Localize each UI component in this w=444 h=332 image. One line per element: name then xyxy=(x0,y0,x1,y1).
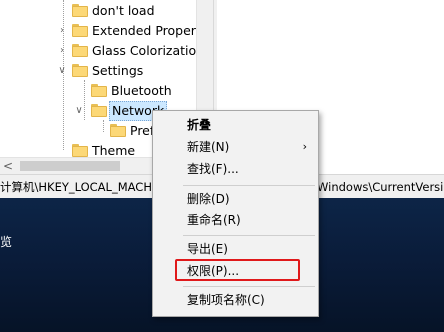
menu-separator xyxy=(183,286,315,287)
menu-item-collapse[interactable]: 折叠 xyxy=(154,114,317,136)
menu-separator xyxy=(183,185,315,186)
status-path-right: Windows\CurrentVersi xyxy=(317,180,444,194)
tree-item-bluetooth[interactable]: Bluetooth xyxy=(77,81,196,101)
folder-icon xyxy=(72,144,88,157)
folder-icon xyxy=(110,124,126,137)
scroll-left-arrow-icon[interactable]: < xyxy=(3,158,13,175)
folder-icon xyxy=(72,24,88,37)
menu-separator xyxy=(183,235,315,236)
folder-icon xyxy=(72,4,88,17)
submenu-arrow-icon: › xyxy=(302,140,307,153)
menu-item-copy-key-name[interactable]: 复制项名称(C) xyxy=(154,289,317,311)
desktop-partial-text: 览 xyxy=(0,235,13,249)
folder-icon xyxy=(91,104,107,117)
tree-item-settings[interactable]: ∨ Settings xyxy=(56,61,196,81)
menu-item-delete[interactable]: 删除(D) xyxy=(154,188,317,210)
chevron-right-icon[interactable]: › xyxy=(56,21,68,41)
permissions-highlight-box xyxy=(175,259,300,281)
menu-item-new[interactable]: 新建(N) › xyxy=(154,136,317,158)
tree-item-dont-load[interactable]: don't load xyxy=(56,1,196,21)
scrollbar-thumb[interactable] xyxy=(20,161,120,171)
chevron-right-icon[interactable]: › xyxy=(56,41,68,61)
tree-item-glass-colorization[interactable]: › Glass Colorizatio xyxy=(56,41,196,61)
menu-item-find[interactable]: 查找(F)... xyxy=(154,158,317,180)
chevron-down-icon[interactable]: ∨ xyxy=(73,101,85,121)
folder-icon xyxy=(72,64,88,77)
tree-item-extended-properties[interactable]: › Extended Propert xyxy=(56,21,196,41)
folder-icon xyxy=(91,84,107,97)
context-menu: 折叠 新建(N) › 查找(F)... 删除(D) 重命名(R) 导出(E) 权… xyxy=(152,110,319,317)
folder-icon xyxy=(72,44,88,57)
menu-item-rename[interactable]: 重命名(R) xyxy=(154,209,317,231)
menu-item-export[interactable]: 导出(E) xyxy=(154,238,317,260)
status-path-left: 计算机\HKEY_LOCAL_MACH xyxy=(0,180,152,194)
chevron-down-icon[interactable]: ∨ xyxy=(56,61,68,81)
